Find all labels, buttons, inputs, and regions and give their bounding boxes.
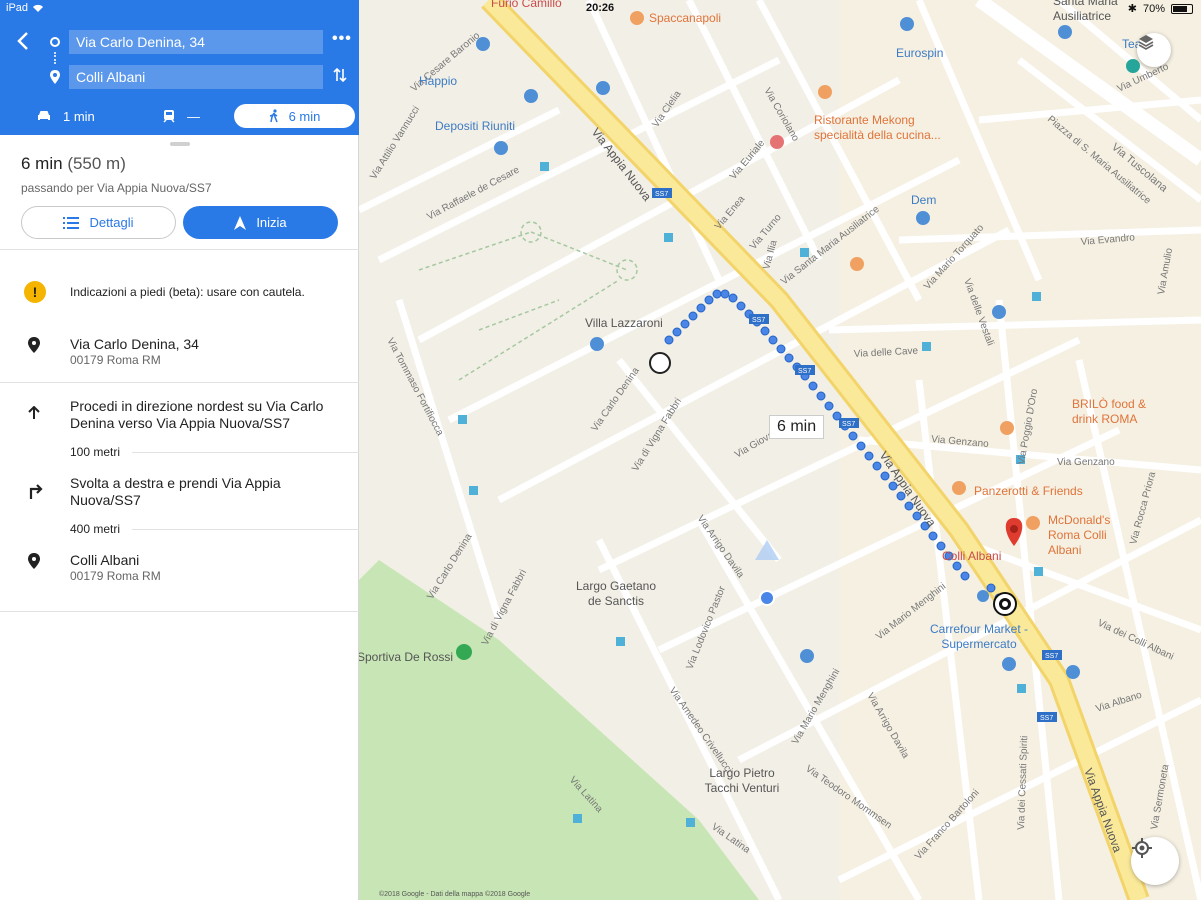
device-label: iPad (6, 2, 29, 14)
mode-walk-label: 6 min (288, 108, 321, 124)
svg-text:Via Carlo Denina: Via Carlo Denina (589, 365, 642, 433)
walking-warning-text: Indicazioni a piedi (beta): usare con ca… (70, 285, 305, 299)
route-duration: 6 min (21, 154, 63, 173)
destination-pin-icon (50, 70, 60, 89)
poi-eurospin[interactable]: Eurospin (896, 46, 943, 60)
step-destination-subtitle: 00179 Roma RM (70, 569, 161, 583)
svg-text:SS7: SS7 (1040, 715, 1053, 722)
swap-button[interactable] (333, 67, 347, 88)
mode-transit-tab[interactable]: — (163, 104, 200, 128)
train-icon (163, 110, 175, 123)
svg-text:Via Euriale: Via Euriale (728, 138, 768, 182)
status-right: ✱ 70% (1128, 2, 1193, 15)
divider (0, 249, 359, 250)
details-label: Dettagli (89, 215, 134, 230)
destination-input[interactable]: Colli Albani (69, 65, 323, 89)
map-canvas[interactable]: SS7 SS7 SS7 SS7 SS7 SS7 Via Appia Nuova … (359, 0, 1201, 900)
details-button[interactable]: Dettagli (21, 206, 176, 239)
more-options-button[interactable]: ••• (332, 30, 352, 48)
directions-panel: Via Carlo Denina, 34 Colli Albani ••• 1 … (0, 0, 359, 900)
list-icon (63, 216, 80, 229)
step-1-distance: 100 metri (70, 445, 121, 459)
svg-text:Via Attilio Vannucci: Via Attilio Vannucci (368, 104, 422, 181)
status-left: iPad (6, 2, 44, 14)
poi-panzerotti[interactable]: Panzerotti & Friends (974, 484, 1083, 498)
poi-villa-lazzaroni[interactable]: Villa Lazzaroni (585, 316, 663, 330)
poi-carrefour[interactable]: Carrefour Market - Supermercato (929, 622, 1029, 652)
turn-right-icon (28, 483, 44, 504)
battery-icon (1171, 3, 1193, 14)
svg-text:SS7: SS7 (798, 368, 811, 375)
svg-text:Via Amedeo Crivellucci: Via Amedeo Crivellucci (667, 685, 735, 775)
car-icon (38, 111, 50, 120)
route-summary: 6 min (550 m) (21, 154, 126, 174)
layers-icon (1138, 35, 1154, 50)
walking-icon (269, 109, 278, 123)
my-location-dot (759, 590, 775, 606)
svg-text:SS7: SS7 (752, 317, 765, 324)
status-time: 20:26 (586, 2, 615, 14)
svg-text:SS7: SS7 (655, 191, 668, 198)
route-connector (54, 52, 56, 64)
mode-car-label: 1 min (63, 108, 95, 124)
poi-mcdonalds[interactable]: McDonald's Roma Colli Albani (1048, 513, 1138, 558)
route-origin-marker (649, 352, 671, 374)
poi-sportiva[interactable]: Sportiva De Rossi (359, 650, 453, 664)
mode-walk-tab[interactable]: 6 min (234, 104, 355, 128)
pin-icon (28, 337, 40, 358)
park-pin (456, 644, 472, 660)
chevron-left-icon (17, 32, 28, 50)
svg-text:Via Turno: Via Turno (748, 212, 784, 252)
back-button[interactable] (16, 30, 38, 52)
svg-text:Via Arrigo Davila: Via Arrigo Davila (695, 513, 747, 580)
svg-text:Via Carlo Denina: Via Carlo Denina (425, 531, 475, 601)
svg-text:SS7: SS7 (842, 421, 855, 428)
poi-depositi-riuniti[interactable]: Depositi Riuniti (435, 119, 515, 133)
poi-largo-gaetano[interactable]: Largo Gaetano de Sanctis (571, 579, 661, 609)
origin-dot-icon (50, 37, 60, 47)
mode-transit-label: — (187, 108, 200, 124)
poi-dem[interactable]: Dem (911, 193, 936, 207)
panel-grabber[interactable] (170, 142, 190, 146)
step-1-instruction[interactable]: Procedi in direzione nordest su Via Carl… (70, 398, 345, 432)
svg-text:SS7: SS7 (1045, 653, 1058, 660)
warning-icon: ! (24, 281, 46, 303)
map-attribution: ©2018 Google - Dati della mappa ©2018 Go… (379, 891, 531, 898)
svg-text:Via Genzano: Via Genzano (1057, 457, 1115, 468)
maps-app-screen: SS7 SS7 SS7 SS7 SS7 SS7 Via Appia Nuova … (0, 0, 1201, 900)
wifi-icon (33, 4, 44, 12)
poi-brilo[interactable]: BRILÒ food & drink ROMA (1072, 397, 1157, 427)
directions-header: Via Carlo Denina, 34 Colli Albani ••• 1 … (0, 0, 359, 135)
route-distance: (550 m) (67, 154, 126, 173)
bluetooth-icon: ✱ (1127, 3, 1137, 15)
swap-arrows-icon (333, 67, 347, 83)
layers-button[interactable] (1137, 33, 1171, 67)
navigation-arrow-icon (234, 215, 247, 230)
svg-text:Via Lodovico Pastor: Via Lodovico Pastor (685, 584, 729, 671)
svg-text:Via Coriolano: Via Coriolano (761, 86, 801, 144)
origin-input[interactable]: Via Carlo Denina, 34 (69, 30, 323, 54)
map-view[interactable]: SS7 SS7 SS7 SS7 SS7 SS7 Via Appia Nuova … (359, 0, 1201, 900)
step-2-distance: 400 metri (70, 522, 121, 536)
step-destination-title: Colli Albani (70, 552, 140, 568)
status-bar: iPad 20:26 ✱ 70% (0, 0, 1201, 18)
start-button[interactable]: Inizia (183, 206, 338, 239)
crosshair-icon (1132, 838, 1152, 858)
poi-largo-pietro[interactable]: Largo Pietro Tacchi Venturi (697, 766, 787, 796)
poi-happio[interactable]: Happio (419, 74, 457, 88)
mode-car-tab[interactable]: 1 min (37, 104, 95, 128)
poi-colli-albani[interactable]: Colli Albani (942, 549, 1001, 563)
arrow-up-icon (28, 405, 40, 425)
route-via: passando per Via Appia Nuova/SS7 (21, 181, 212, 195)
battery-percent: 70% (1142, 2, 1165, 15)
step-origin-subtitle: 00179 Roma RM (70, 353, 161, 367)
poi-ristorante-mekong[interactable]: Ristorante Mekong specialità della cucin… (814, 113, 954, 143)
pin-icon (28, 553, 40, 574)
my-location-button[interactable] (1131, 837, 1179, 885)
start-label: Inizia (256, 215, 287, 230)
svg-text:Via Enea: Via Enea (713, 194, 748, 232)
step-origin-title: Via Carlo Denina, 34 (70, 336, 199, 352)
step-2-instruction[interactable]: Svolta a destra e prendi Via Appia Nuova… (70, 475, 345, 509)
route-time-bubble[interactable]: 6 min (769, 415, 825, 439)
